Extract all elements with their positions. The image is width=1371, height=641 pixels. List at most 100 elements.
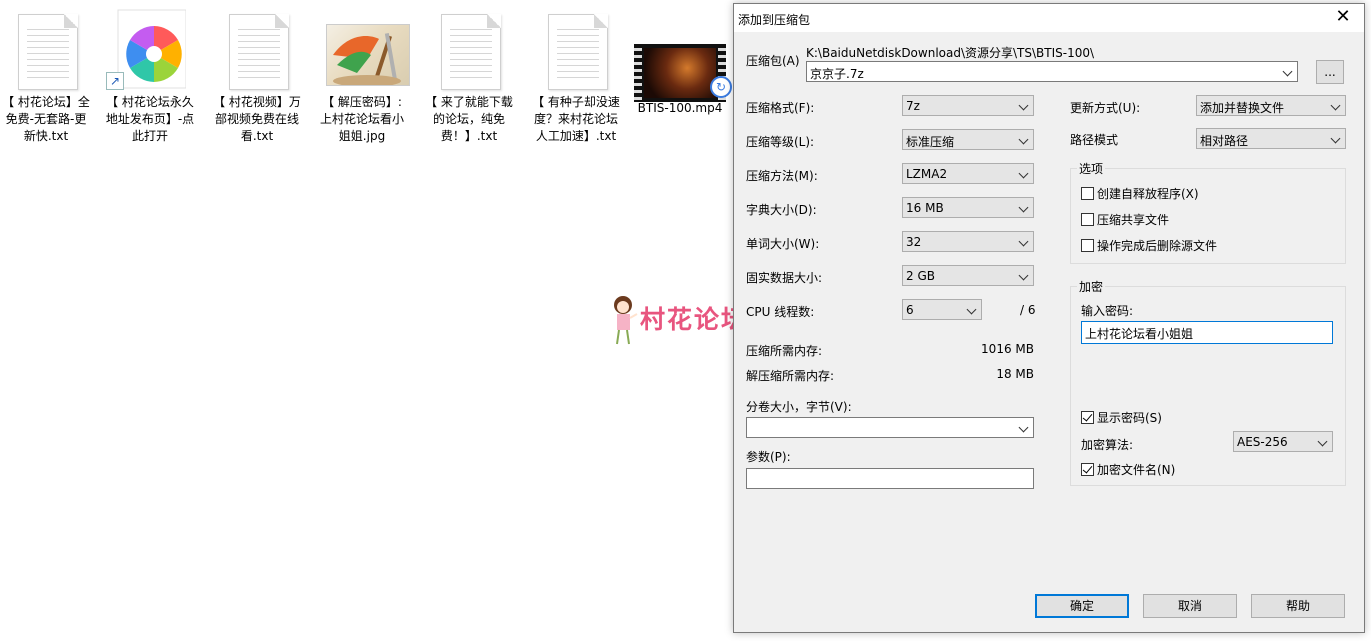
checkbox-box [1081,213,1094,226]
params-input[interactable] [746,468,1034,489]
browse-button[interactable]: ... [1316,60,1344,84]
shortcut-arrow-icon: ↗ [106,72,124,90]
path-mode-value: 相对路径 [1200,134,1249,148]
mem-compress-label: 压缩所需内存: [746,344,823,358]
desktop-file-7[interactable]: ↻ BTIS-100.mp4 [630,8,732,117]
sfx-checkbox[interactable]: 创建自释放程序(X) [1081,185,1199,202]
delete-after-label: 操作完成后删除源文件 [1097,239,1218,253]
word-label: 单词大小(W): [746,237,820,251]
options-title: 选项 [1077,160,1106,177]
chevron-down-icon [1019,421,1029,433]
file-label: 【 村花视频】万部视频免费在线看.txt [213,95,301,143]
chevron-down-icon [1331,132,1341,144]
password-input[interactable]: 上村花论坛看小姐姐 [1081,321,1333,344]
image-file-icon [326,8,410,90]
video-file-icon: ↻ [632,8,732,102]
text-file-icon [540,8,612,90]
shortcut-browser-icon: ↗ [106,8,187,90]
chevron-down-icon [967,303,977,315]
mem-compress-value: 1016 MB [981,342,1034,356]
delete-after-checkbox[interactable]: 操作完成后删除源文件 [1081,237,1217,254]
encryption-method-value: AES-256 [1237,435,1288,449]
show-password-label: 显示密码(S) [1097,411,1162,425]
threads-select[interactable]: 6 [902,299,982,320]
update-label: 更新方式(U): [1070,101,1141,115]
text-file-icon [10,8,82,90]
dict-value: 16 MB [906,201,944,215]
checkbox-box [1081,411,1094,424]
ok-button[interactable]: 确定 [1035,594,1129,618]
threads-total: / 6 [1020,303,1036,317]
update-select[interactable]: 添加并替换文件 [1196,95,1346,116]
chevron-down-icon [1283,65,1293,77]
encrypt-names-label: 加密文件名(N) [1097,463,1176,477]
solid-select[interactable]: 2 GB [902,265,1034,286]
solid-value: 2 GB [906,269,935,283]
add-to-archive-dialog: 添加到压缩包 ✕ 压缩包(A) K:\BaiduNetdiskDownload\… [733,3,1365,633]
encryption-method-select[interactable]: AES-256 [1233,431,1333,452]
checkbox-box [1081,463,1094,476]
desktop-file-2[interactable]: ↗ 【 村花论坛永久地址发布页】-点此打开 [104,8,196,145]
archive-label: 压缩包(A) [746,54,800,68]
checkbox-box [1081,239,1094,252]
mem-decompress-label: 解压缩所需内存: [746,369,835,383]
password-label: 输入密码: [1081,304,1134,318]
chevron-down-icon [1019,201,1029,213]
split-combo[interactable] [746,417,1034,438]
format-select[interactable]: 7z [902,95,1034,116]
dialog-title: 添加到压缩包 [738,13,811,27]
file-label: 【 有种子却没速度？来村花论坛人工加速】.txt [532,95,620,143]
file-label: 【 村花论坛】全免费-无套路-更新快.txt [2,95,90,143]
dict-select[interactable]: 16 MB [902,197,1034,218]
method-value: LZMA2 [906,167,948,181]
desktop-file-4[interactable]: 【 解压密码】: 上村花论坛看小姐姐.jpg [316,8,410,145]
player-badge-icon: ↻ [710,76,732,98]
threads-label: CPU 线程数: [746,305,815,319]
chevron-down-icon [1318,435,1328,447]
dialog-titlebar: 添加到压缩包 ✕ [734,4,1364,32]
update-value: 添加并替换文件 [1200,101,1285,115]
chevron-down-icon [1019,269,1029,281]
help-button[interactable]: 帮助 [1251,594,1345,618]
desktop-file-1[interactable]: 【 村花论坛】全免费-无套路-更新快.txt [0,8,92,145]
mem-decompress-value: 18 MB [996,367,1034,381]
sfx-label: 创建自释放程序(X) [1097,187,1199,201]
params-label: 参数(P): [746,450,791,464]
options-group: 选项 创建自释放程序(X) 压缩共享文件 操作完成后删除源文件 [1070,160,1346,264]
chevron-down-icon [1019,133,1029,145]
cancel-button[interactable]: 取消 [1143,594,1237,618]
archive-path: K:\BaiduNetdiskDownload\资源分享\TS\BTIS-100… [806,46,1095,60]
girl-mascot-icon [614,296,638,345]
file-label: 【 来了就能下载的论坛，纯免费！】.txt [425,95,513,143]
desktop-file-6[interactable]: 【 有种子却没速度？来村花论坛人工加速】.txt [530,8,622,145]
encrypt-names-checkbox[interactable]: 加密文件名(N) [1081,461,1175,478]
show-password-checkbox[interactable]: 显示密码(S) [1081,409,1162,426]
method-select[interactable]: LZMA2 [902,163,1034,184]
close-icon[interactable]: ✕ [1332,7,1354,27]
word-select[interactable]: 32 [902,231,1034,252]
desktop-file-5[interactable]: 【 来了就能下载的论坛，纯免费！】.txt [423,8,515,145]
level-value: 标准压缩 [906,135,955,149]
shared-files-checkbox[interactable]: 压缩共享文件 [1081,211,1169,228]
level-select[interactable]: 标准压缩 [902,129,1034,150]
word-value: 32 [906,235,922,249]
encryption-method-label: 加密算法: [1081,438,1134,452]
path-mode-select[interactable]: 相对路径 [1196,128,1346,149]
dict-label: 字典大小(D): [746,203,817,217]
archive-name-value: 京京子.7z [810,67,864,81]
archive-name-combo[interactable]: 京京子.7z [806,61,1298,82]
text-file-icon [221,8,293,90]
file-label: BTIS-100.mp4 [637,101,723,115]
desktop-file-3[interactable]: 【 村花视频】万部视频免费在线看.txt [211,8,303,145]
format-value: 7z [906,99,920,113]
split-label: 分卷大小，字节(V): [746,400,852,414]
path-mode-label: 路径模式 [1070,133,1119,147]
threads-value: 6 [906,303,914,317]
file-label: 【 村花论坛永久地址发布页】-点此打开 [105,95,195,143]
solid-label: 固实数据大小: [746,271,823,285]
text-file-icon [433,8,505,90]
method-label: 压缩方法(M): [746,169,818,183]
shared-files-label: 压缩共享文件 [1097,213,1170,227]
encryption-group: 加密 输入密码: 上村花论坛看小姐姐 显示密码(S) 加密算法: AES-256… [1070,278,1346,486]
checkbox-box [1081,187,1094,200]
